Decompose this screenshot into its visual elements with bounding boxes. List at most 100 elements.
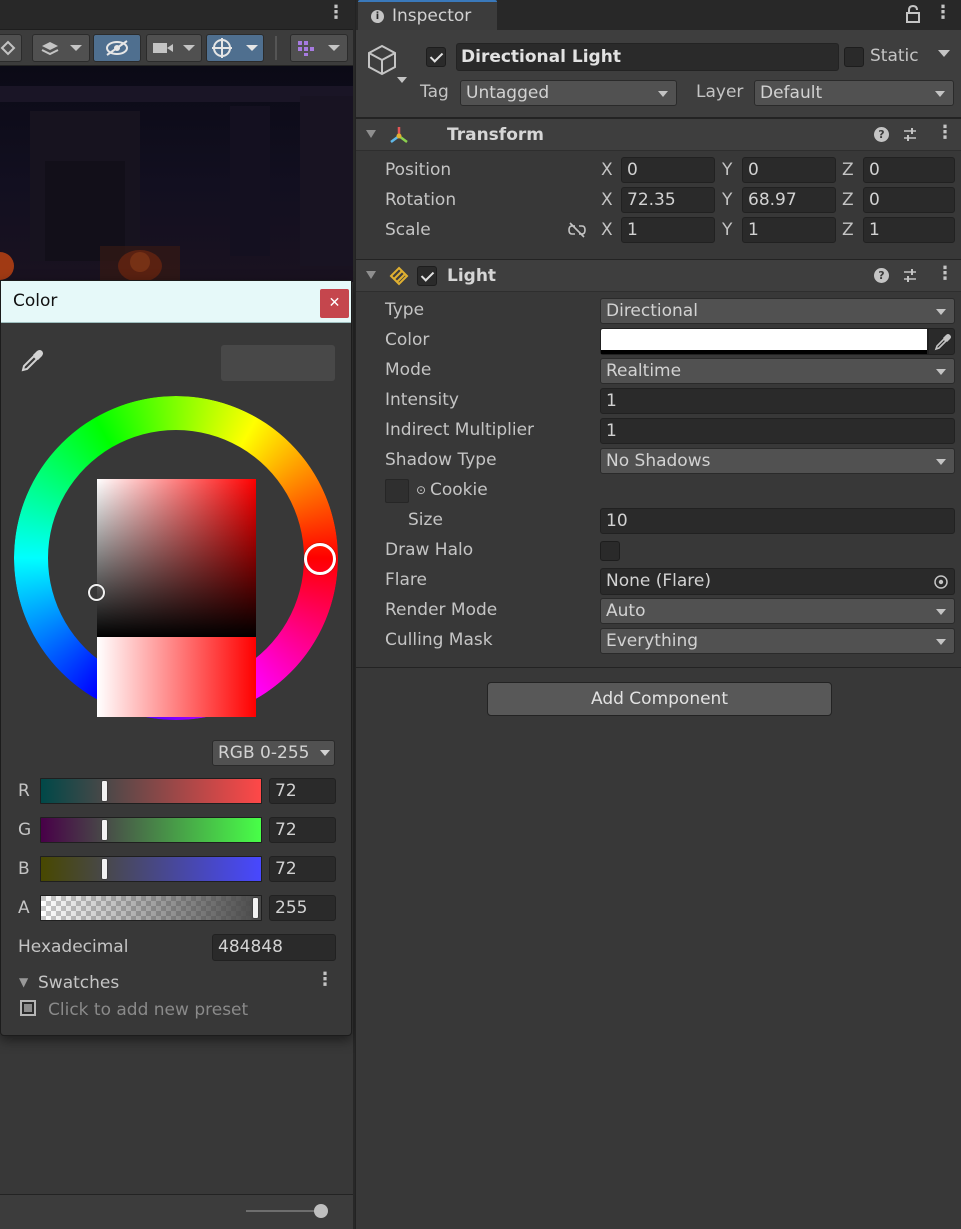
grid-icon[interactable] [290, 34, 348, 62]
hue-cursor[interactable] [304, 543, 336, 575]
cookie-texture-slot[interactable] [385, 479, 409, 503]
axis-y-label[interactable]: Y [722, 220, 732, 240]
rotation-y-input[interactable]: 68.97 [742, 187, 836, 213]
scale-y-input[interactable]: 1 [742, 217, 836, 243]
swatches-label[interactable]: Swatches [38, 973, 119, 993]
intensity-input[interactable]: 1 [600, 388, 955, 414]
position-z-input[interactable]: 0 [863, 157, 955, 183]
cookie-size-input[interactable]: 10 [600, 508, 955, 534]
tag-dropdown[interactable]: Untagged [460, 80, 677, 106]
zoom-slider-handle[interactable] [314, 1204, 328, 1218]
object-picker-icon[interactable]: ⊙ [416, 483, 426, 497]
sv-cursor[interactable] [88, 584, 105, 601]
slider-thumb[interactable] [102, 781, 107, 801]
axis-z-label[interactable]: Z [842, 220, 854, 240]
rotation-z-input[interactable]: 0 [863, 187, 955, 213]
presets-icon[interactable] [902, 268, 918, 289]
slider-thumb[interactable] [102, 859, 107, 879]
flare-field[interactable]: None (Flare) [600, 568, 929, 595]
scene-more-icon[interactable]: ⋮ [327, 2, 345, 23]
preset-icon[interactable] [20, 1000, 36, 1016]
culling-mask-dropdown[interactable]: Everything [600, 628, 955, 654]
help-icon[interactable]: ? [874, 268, 889, 283]
tab-inspector[interactable]: i Inspector [358, 0, 497, 30]
channel-a-input[interactable]: 255 [269, 895, 336, 921]
light-enabled-checkbox[interactable] [417, 266, 437, 286]
layer-dropdown[interactable]: Default [754, 80, 954, 106]
channel-a-slider[interactable] [40, 895, 262, 921]
layers-dropdown[interactable] [32, 34, 90, 62]
gameobject-header: Directional Light Static Tag Untagged La… [356, 30, 961, 118]
render-mode-value: Auto [606, 601, 646, 621]
eyedropper-icon[interactable] [18, 347, 46, 375]
static-dropdown-icon[interactable] [938, 50, 950, 57]
channel-b-input[interactable]: 72 [269, 856, 336, 882]
active-checkbox[interactable] [426, 47, 446, 67]
fold-arrow-icon[interactable] [366, 130, 376, 138]
transform-header[interactable]: Transform ? ⋮ [356, 118, 961, 151]
indirect-multiplier-input[interactable]: 1 [600, 418, 955, 444]
constrain-proportions-icon[interactable] [567, 221, 587, 244]
visibility-icon[interactable] [93, 34, 141, 62]
directional-light-icon [388, 265, 410, 292]
draw-halo-checkbox[interactable] [600, 541, 620, 561]
position-y-input[interactable]: 0 [742, 157, 836, 183]
presets-icon[interactable] [902, 127, 918, 148]
color-field[interactable] [600, 328, 928, 355]
axis-x-label[interactable]: X [601, 190, 613, 210]
lock-icon[interactable] [905, 4, 921, 28]
slider-thumb[interactable] [102, 820, 107, 840]
object-name-input[interactable]: Directional Light [456, 43, 839, 71]
axis-x-label[interactable]: X [601, 220, 613, 240]
swatches-menu-icon[interactable]: ⋮ [316, 969, 334, 990]
component-menu-icon[interactable]: ⋮ [936, 122, 954, 143]
channel-g-input[interactable]: 72 [269, 817, 336, 843]
rotation-x-input[interactable]: 72.35 [621, 187, 715, 213]
render-mode-dropdown[interactable]: Auto [600, 598, 955, 624]
add-component-button[interactable]: Add Component [487, 682, 832, 716]
close-icon[interactable]: ✕ [320, 289, 349, 318]
saturation-value-square[interactable] [97, 479, 256, 637]
light-header[interactable]: Light ? ⋮ [356, 259, 961, 292]
slider-thumb[interactable] [253, 898, 258, 918]
color-mode-dropdown[interactable]: RGB 0-255 [212, 740, 335, 766]
channel-b-slider[interactable] [40, 856, 262, 882]
color-picker-titlebar[interactable]: Color ✕ [1, 281, 351, 323]
axis-z-label[interactable]: Z [842, 160, 854, 180]
axis-y-label[interactable]: Y [722, 190, 732, 210]
channel-g-label: G [18, 820, 32, 840]
scale-z-input[interactable]: 1 [863, 217, 955, 243]
type-dropdown[interactable]: Directional [600, 298, 955, 324]
component-menu-icon[interactable]: ⋮ [936, 263, 954, 284]
camera-icon[interactable] [146, 34, 202, 62]
fold-arrow-icon[interactable] [366, 271, 376, 279]
scale-x-input[interactable]: 1 [621, 217, 715, 243]
inspector-more-icon[interactable]: ⋮ [934, 2, 952, 23]
hex-input[interactable]: 484848 [212, 934, 336, 961]
position-label: Position [385, 160, 452, 180]
static-checkbox[interactable] [844, 47, 864, 67]
axis-y-label[interactable]: Y [722, 160, 732, 180]
channel-g-slider[interactable] [40, 817, 262, 843]
chevron-down-icon [936, 609, 946, 615]
channel-r-input[interactable]: 72 [269, 778, 336, 804]
toolbar-divider [275, 36, 277, 60]
object-picker-icon[interactable] [928, 568, 955, 595]
add-preset-text[interactable]: Click to add new preset [48, 1000, 248, 1020]
channel-r-slider[interactable] [40, 778, 262, 804]
position-x-input[interactable]: 0 [621, 157, 715, 183]
help-icon[interactable]: ? [874, 127, 889, 142]
color-label: Color [385, 330, 430, 350]
gizmo-icon[interactable] [206, 34, 264, 62]
scene-viewport[interactable] [0, 66, 353, 282]
shadow-type-dropdown[interactable]: No Shadows [600, 448, 955, 474]
mode-dropdown[interactable]: Realtime [600, 358, 955, 384]
eyedropper-icon[interactable] [928, 328, 955, 355]
axis-x-label[interactable]: X [601, 160, 613, 180]
tools-icon[interactable] [0, 34, 22, 62]
axis-z-label[interactable]: Z [842, 190, 854, 210]
chevron-down-icon [936, 309, 946, 315]
channel-r-label: R [18, 781, 30, 801]
cube-icon[interactable] [366, 43, 408, 92]
swatches-fold-icon[interactable]: ▼ [19, 975, 28, 989]
